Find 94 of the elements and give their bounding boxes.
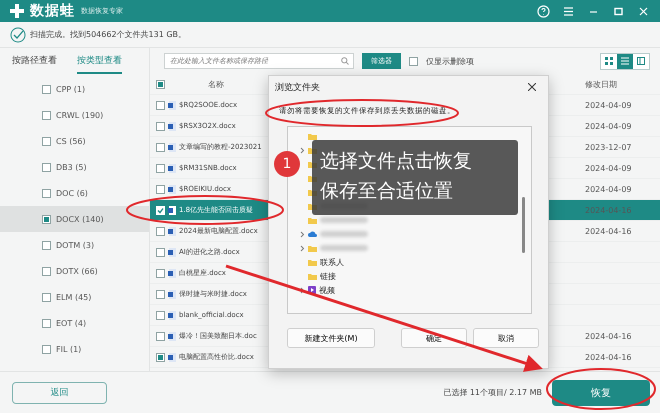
view-tab[interactable]: 按类型查看 (77, 54, 122, 74)
checkbox[interactable] (156, 184, 165, 194)
category-label[interactable]: ELM (45) (56, 292, 92, 302)
detail-view-icon (637, 57, 645, 65)
checkbox[interactable] (42, 110, 51, 120)
modified-date: 2024-04-16 (585, 226, 632, 236)
help-icon[interactable] (537, 4, 550, 18)
callout-text: 保存至合适位置 (320, 179, 453, 204)
document-icon (168, 310, 176, 320)
document-icon (168, 142, 176, 152)
chevron-icon[interactable] (300, 230, 305, 238)
cross-logo-icon (10, 4, 24, 18)
checkbox[interactable] (156, 268, 165, 278)
checkbox[interactable] (156, 122, 165, 130)
checkbox[interactable] (42, 136, 51, 146)
document-icon (168, 122, 176, 130)
modified-date: 2023-12-07 (585, 142, 632, 152)
dialog-title: 浏览文件夹 (275, 82, 320, 94)
category-label[interactable]: DB3 (5) (56, 162, 87, 172)
checkbox[interactable] (42, 318, 51, 328)
deleted-only-label: 仅显示删除项 (426, 56, 474, 66)
checkbox[interactable] (42, 266, 51, 276)
view-mode-button[interactable] (633, 54, 649, 68)
category-label[interactable]: DOTM (3) (56, 240, 94, 250)
category-label[interactable]: CRWL (190) (56, 110, 104, 120)
category-label[interactable]: DOCX (140) (56, 214, 104, 224)
category-label[interactable]: CS (56) (56, 136, 86, 146)
recover-button[interactable]: 恢复 (552, 380, 650, 406)
chevron-icon[interactable] (300, 286, 305, 294)
checkbox[interactable] (156, 100, 165, 110)
document-icon (168, 332, 176, 340)
modified-date: 2024-04-09 (585, 164, 632, 172)
category-item-highlight[interactable]: DOCX (140) (0, 206, 149, 232)
view-mode-button[interactable] (601, 54, 617, 68)
close-icon[interactable] (528, 83, 536, 91)
checkbox[interactable] (156, 352, 165, 362)
chevron-icon[interactable] (300, 146, 305, 154)
checkbox[interactable] (156, 164, 165, 172)
document-icon (168, 184, 176, 194)
checkbox[interactable] (42, 162, 51, 172)
document-icon (168, 206, 176, 214)
column-header: 修改日期 (585, 78, 618, 90)
checkbox[interactable] (156, 310, 165, 320)
checkbox[interactable] (156, 226, 165, 236)
select-all-checkbox[interactable] (156, 80, 165, 88)
modified-date: 2024-04-16 (585, 352, 632, 362)
selection-summary: 已选择 11个项目/ 2.17 MB (443, 387, 542, 398)
document-icon (168, 226, 176, 236)
chevron-icon[interactable] (300, 244, 305, 252)
new-folder-button[interactable]: 新建文件夹(M) (287, 328, 375, 348)
document-icon (168, 268, 176, 278)
checkbox[interactable] (156, 248, 165, 256)
grid-view-icon (605, 57, 613, 65)
modified-date: 2024-04-09 (585, 184, 632, 194)
menu-icon[interactable] (562, 4, 575, 18)
category-label[interactable]: DOTX (66) (56, 266, 98, 276)
category-label[interactable]: DOC (6) (56, 188, 88, 198)
back-button[interactable]: 返回 (12, 382, 107, 404)
checkbox[interactable] (42, 240, 51, 250)
folder-name[interactable]: 视频 (319, 284, 335, 296)
view-tab[interactable]: 按路径查看 (12, 54, 57, 74)
modified-date: 2024-04-16 (585, 332, 632, 340)
cloud-icon (308, 231, 317, 237)
checkbox[interactable] (156, 142, 165, 152)
list-view-icon (621, 57, 629, 65)
app-name: 数据蛙 (30, 2, 75, 20)
checkbox[interactable] (42, 188, 51, 198)
document-icon (168, 248, 176, 256)
column-header: 名称 (208, 78, 224, 90)
document-icon (168, 352, 176, 362)
checkbox[interactable] (42, 84, 51, 94)
checkbox[interactable] (156, 332, 165, 340)
checkbox[interactable] (156, 290, 165, 298)
view-mode-button[interactable] (617, 54, 633, 68)
callout-text: 选择文件点击恢复 (320, 149, 472, 174)
search-icon (341, 57, 349, 65)
document-icon (168, 290, 176, 298)
checkbox[interactable] (42, 344, 51, 354)
category-label[interactable]: FIL (1) (56, 344, 82, 354)
modified-date: 2024-04-09 (585, 122, 632, 130)
category-label[interactable]: EOT (4) (56, 318, 86, 328)
cancel-button[interactable]: 取消 (473, 328, 539, 348)
folder-name[interactable]: 联系人 (320, 256, 344, 268)
checkbox[interactable] (42, 292, 51, 302)
check-circle-icon (10, 26, 26, 42)
document-icon (168, 164, 176, 172)
checkbox[interactable] (42, 214, 51, 224)
scrollbar-thumb[interactable] (522, 197, 525, 253)
modified-date: 2024-04-09 (585, 100, 632, 110)
folder-name[interactable]: 链接 (320, 270, 336, 282)
scan-status: 扫描完成。找到504662个文件共131 GB。 (30, 29, 186, 40)
checkbox[interactable] (409, 56, 418, 66)
document-icon (168, 100, 176, 110)
category-label[interactable]: CPP (1) (56, 84, 86, 94)
